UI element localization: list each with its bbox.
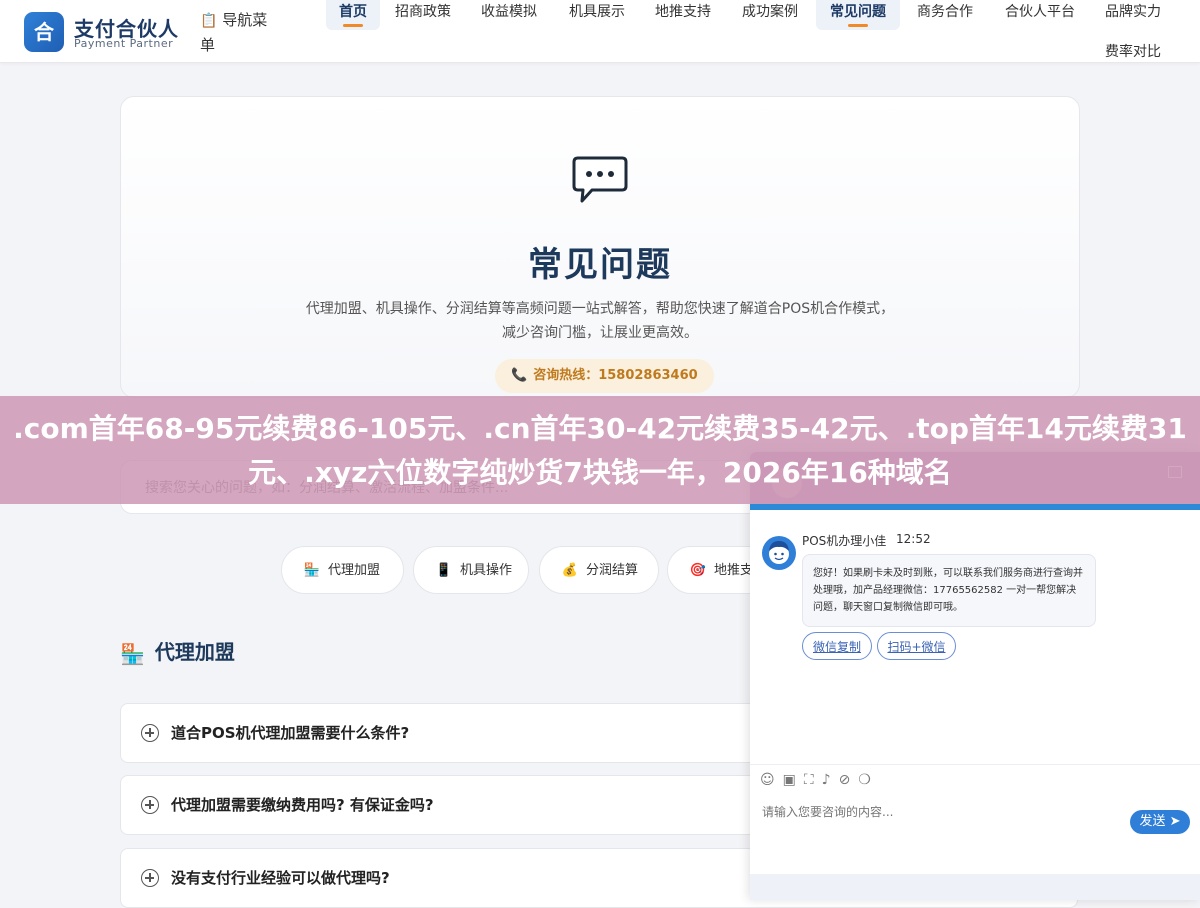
section-title-text: 代理加盟 <box>154 640 235 664</box>
target-icon: 🎯 <box>689 563 707 578</box>
money-bag-icon: 💰 <box>561 563 579 578</box>
chat-message-bubble: 您好！如果刷卡未及时到账，可以联系我们服务商进行查询并处理哦，加产品经理微信：1… <box>802 554 1096 627</box>
message-time: 12:52 <box>896 532 931 546</box>
nav-item-devices[interactable]: 机具展示 <box>562 0 632 30</box>
nav-item-support[interactable]: 地推支持 <box>648 0 718 30</box>
nav-item-faq[interactable]: 常见问题 <box>816 0 900 30</box>
nav-item-rates[interactable]: 费率对比 <box>1098 40 1168 70</box>
emoji-icon[interactable]: ☺ <box>760 772 783 788</box>
category-label: 分润结算 <box>586 563 639 578</box>
expand-plus-icon[interactable] <box>141 724 159 742</box>
agent-avatar <box>762 536 796 570</box>
chat-message-input[interactable] <box>760 800 1064 824</box>
faq-question: 代理加盟需要缴纳费用吗? 有保证金吗? <box>171 796 434 814</box>
store-icon: 🏪 <box>120 641 145 666</box>
send-button[interactable]: 发送 ➤ <box>1130 810 1190 834</box>
audio-icon[interactable]: ♪ <box>822 772 839 788</box>
hero-card: 常见问题 代理加盟、机具操作、分润结算等高频问题一站式解答，帮助您快速了解道合P… <box>120 96 1080 398</box>
screenshot-icon[interactable]: ⛶ <box>804 772 822 788</box>
chat-divider <box>750 764 1200 765</box>
hotline-text: 咨询热线：15802863460 <box>533 368 698 383</box>
nav-item-brand[interactable]: 品牌实力 <box>1098 0 1168 30</box>
copy-wechat-button[interactable]: 微信复制 <box>802 632 872 660</box>
expand-plus-icon[interactable] <box>141 796 159 814</box>
page-title: 常见问题 <box>528 245 672 285</box>
category-label: 机具操作 <box>460 563 513 578</box>
nav-item-policy[interactable]: 招商政策 <box>388 0 458 30</box>
site-header: 合 支付合伙人 Payment Partner 📋 导航菜单 首页 招商政策 收… <box>0 0 1200 63</box>
phone-icon: 📞 <box>511 368 528 383</box>
hotline-badge[interactable]: 📞 咨询热线：15802863460 <box>495 359 714 393</box>
chat-footer <box>750 874 1200 900</box>
faq-question: 道合POS机代理加盟需要什么条件? <box>171 724 410 742</box>
image-icon[interactable]: ▣ <box>783 772 804 788</box>
nav-item-cases[interactable]: 成功案例 <box>735 0 805 30</box>
phone-icon: 📱 <box>435 563 453 578</box>
chat-header-bar <box>750 504 1200 510</box>
agent-name: POS机办理小佳 <box>802 534 887 548</box>
section-heading: 🏪 代理加盟 <box>120 636 235 666</box>
chat-toolbar: ☺▣⛶♪⊘❍ <box>760 772 879 788</box>
brand-subtitle: Payment Partner <box>74 37 174 50</box>
send-arrow-icon: ➤ <box>1169 814 1181 829</box>
category-pill-device[interactable]: 📱 机具操作 <box>413 546 529 594</box>
chat-widget: POS机办理小佳 12:52 您好！如果刷卡未及时到账，可以联系我们服务商进行查… <box>750 452 1200 900</box>
chat-bubble-icon <box>572 156 628 203</box>
hero-description: 代理加盟、机具操作、分润结算等高频问题一站式解答，帮助您快速了解道合POS机合作… <box>305 301 895 341</box>
scan-wechat-button[interactable]: 扫码+微信 <box>877 632 956 660</box>
nav-item-business[interactable]: 商务合作 <box>910 0 980 30</box>
category-pill-settlement[interactable]: 💰 分润结算 <box>539 546 659 594</box>
category-pill-agent[interactable]: 🏪 代理加盟 <box>281 546 404 594</box>
wechat-icon[interactable]: ❍ <box>858 772 879 788</box>
nav-item-partner-platform[interactable]: 合伙人平台 <box>998 0 1082 30</box>
promo-banner[interactable]: .com首年68-95元续费86-105元、.cn首年30-42元续费35-42… <box>0 396 1200 504</box>
nav-item-home[interactable]: 首页 <box>326 0 380 30</box>
category-label: 代理加盟 <box>328 563 381 578</box>
send-label: 发送 <box>1139 814 1166 829</box>
nav-menu-button[interactable]: 📋 导航菜单 <box>200 8 280 57</box>
store-icon: 🏪 <box>303 563 321 578</box>
clipboard-icon: 📋 <box>200 13 218 29</box>
nav-item-income[interactable]: 收益模拟 <box>474 0 544 30</box>
logo-icon[interactable]: 合 <box>24 12 64 52</box>
mute-icon[interactable]: ⊘ <box>839 772 859 788</box>
faq-question: 没有支付行业经验可以做代理吗? <box>171 869 390 887</box>
expand-plus-icon[interactable] <box>141 869 159 887</box>
